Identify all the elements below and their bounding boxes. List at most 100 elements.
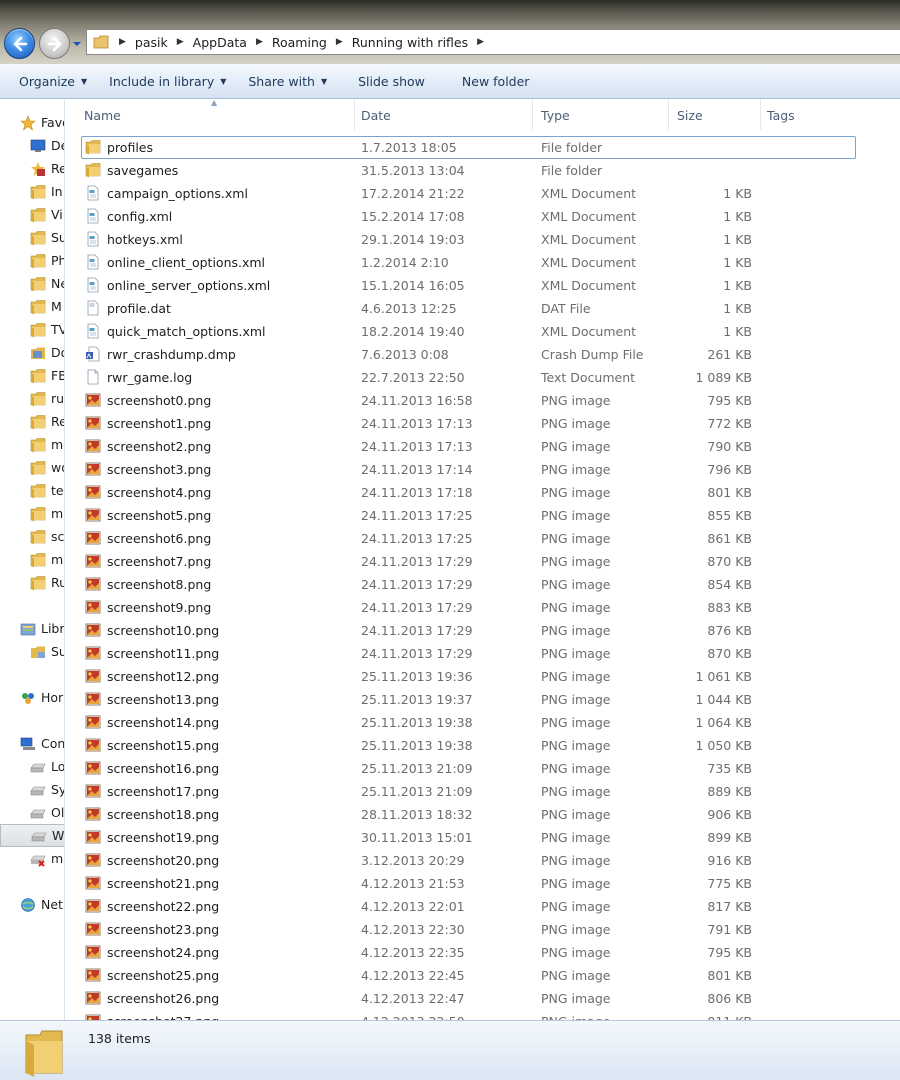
file-row[interactable]: campaign_options.xml 17.2.2014 21:22 XML D… [66,182,900,205]
file-name: screenshot5.png [107,508,212,523]
file-row[interactable]: quick_match_options.xml 18.2.2014 19:40 XM… [66,320,900,343]
file-row[interactable]: screenshot10.png 24.11.2013 17:29 PNG imag… [66,619,900,642]
file-row[interactable]: screenshot15.png 25.11.2013 19:38 PNG imag… [66,734,900,757]
nav-item[interactable]: Sy [0,778,64,801]
slide-show-button[interactable]: Slide show [338,74,436,89]
file-row[interactable]: screenshot25.png 4.12.2013 22:45 PNG image… [66,964,900,987]
nav-item[interactable]: te [0,479,64,502]
file-row[interactable]: rwr_crashdump.dmp 7.6.2013 0:08 Crash Dump… [66,343,900,366]
file-row[interactable]: screenshot0.png 24.11.2013 16:58 PNG image… [66,389,900,412]
file-row[interactable]: screenshot2.png 24.11.2013 17:13 PNG image… [66,435,900,458]
nav-item[interactable]: Favo [0,111,64,134]
breadcrumb-separator-icon[interactable]: ▶ [336,37,343,47]
file-row[interactable]: screenshot3.png 24.11.2013 17:14 PNG image… [66,458,900,481]
file-row[interactable]: screenshot19.png 30.11.2013 15:01 PNG imag… [66,826,900,849]
file-row[interactable]: online_client_options.xml 1.2.2014 2:10 XM… [66,251,900,274]
file-row[interactable]: screenshot26.png 4.12.2013 22:47 PNG image… [66,987,900,1010]
nav-item[interactable]: Ol [0,801,64,824]
file-row[interactable]: screenshot12.png 25.11.2013 19:36 PNG imag… [66,665,900,688]
nav-item[interactable]: Lo [0,755,64,778]
nav-item[interactable]: sc [0,525,65,548]
file-row[interactable]: screenshot7.png 24.11.2013 17:29 PNG image… [66,550,900,573]
file-row[interactable]: screenshot14.png 25.11.2013 19:38 PNG imag… [66,711,900,734]
nav-item-label: sc [51,529,65,544]
file-size: 1 KB [723,232,752,247]
nav-item[interactable]: Vi [0,203,64,226]
forward-button[interactable] [39,28,70,59]
file-row[interactable]: screenshot6.png 24.11.2013 17:25 PNG image… [66,527,900,550]
breadcrumb-item-running-with-rifles[interactable]: Running with rifles [352,35,468,50]
file-type: PNG image [541,807,611,822]
file-row[interactable]: screenshot21.png 4.12.2013 21:53 PNG image… [66,872,900,895]
breadcrumb-item-appdata[interactable]: AppData [193,35,247,50]
include-in-library-button[interactable]: Include in library ▼ [98,74,237,89]
nav-item[interactable]: Ne [0,272,64,295]
column-header-size[interactable]: Size [669,100,761,130]
folder-icon [30,299,46,314]
file-row[interactable]: screenshot1.png 24.11.2013 17:13 PNG image… [66,412,900,435]
column-header-tags[interactable]: Tags [759,100,859,130]
nav-item[interactable]: De [0,134,64,157]
nav-item[interactable]: Re [0,157,64,180]
nav-item[interactable]: Con [0,732,64,755]
file-row[interactable]: screenshot16.png 25.11.2013 21:09 PNG imag… [66,757,900,780]
breadcrumb-separator-icon[interactable]: ▶ [256,37,263,47]
nav-item[interactable]: Hor [0,686,64,709]
file-row[interactable]: hotkeys.xml 29.1.2014 19:03 XML Document 1 … [66,228,900,251]
nav-item[interactable]: In [0,180,64,203]
breadcrumb-separator-icon[interactable]: ▶ [477,37,484,47]
file-row[interactable]: screenshot18.png 28.11.2013 18:32 PNG imag… [66,803,900,826]
file-row[interactable]: screenshot4.png 24.11.2013 17:18 PNG image… [66,481,900,504]
nav-item[interactable]: M [0,295,64,318]
column-header-date[interactable]: Date [353,100,533,130]
nav-item[interactable]: wo [0,456,64,479]
nav-item[interactable]: Ru [0,571,64,594]
share-with-button[interactable]: Share with ▼ [237,74,338,89]
organize-button[interactable]: Organize ▼ [8,74,98,89]
nav-item[interactable]: Net [0,893,64,916]
nav-item[interactable]: m [0,433,64,456]
file-row[interactable]: screenshot20.png 3.12.2013 20:29 PNG image… [66,849,900,872]
nav-item[interactable]: Su [0,640,64,663]
nav-item[interactable]: m [0,548,64,571]
breadcrumb-separator-icon[interactable]: ▶ [177,37,184,47]
file-size: 735 KB [707,761,752,776]
file-row[interactable]: screenshot27.png 4.12.2013 22:50 PNG image… [66,1010,900,1020]
file-row[interactable]: config.xml 15.2.2014 17:08 XML Document 1 K… [66,205,900,228]
file-row[interactable]: screenshot8.png 24.11.2013 17:29 PNG image… [66,573,900,596]
file-row[interactable]: screenshot11.png 24.11.2013 17:29 PNG imag… [66,642,900,665]
file-row[interactable]: profiles 1.7.2013 18:05 File folder [66,136,900,159]
nav-item[interactable]: W [0,824,64,847]
nav-item[interactable]: m [0,502,64,525]
file-row[interactable]: screenshot22.png 4.12.2013 22:01 PNG image… [66,895,900,918]
address-bar[interactable]: ▶ pasik ▶ AppData ▶ Roaming ▶ Running wi… [86,29,900,55]
file-date: 15.1.2014 16:05 [361,278,465,293]
nav-item[interactable]: FB [0,364,64,387]
new-folder-button[interactable]: New folder [436,74,541,89]
file-row[interactable]: screenshot5.png 24.11.2013 17:25 PNG image… [66,504,900,527]
column-header-type[interactable]: Type [533,100,669,130]
file-row[interactable]: screenshot17.png 25.11.2013 21:09 PNG imag… [66,780,900,803]
file-row[interactable]: savegames 31.5.2013 13:04 File folder [66,159,900,182]
back-button[interactable] [4,28,35,59]
nav-item[interactable]: Su [0,226,64,249]
recent-pages-dropdown-icon[interactable] [72,39,82,49]
file-row[interactable]: screenshot13.png 25.11.2013 19:37 PNG imag… [66,688,900,711]
nav-item[interactable]: Re [0,410,64,433]
file-row[interactable]: profile.dat 4.6.2013 12:25 DAT File 1 KB [66,297,900,320]
nav-item[interactable]: Do [0,341,64,364]
nav-item[interactable]: Libr [0,617,64,640]
column-header-name[interactable]: Name [76,100,355,130]
file-row[interactable]: screenshot23.png 4.12.2013 22:30 PNG image… [66,918,900,941]
nav-item[interactable]: Ph [0,249,64,272]
nav-item[interactable]: m [0,847,64,870]
file-row[interactable]: rwr_game.log 22.7.2013 22:50 Text Document… [66,366,900,389]
breadcrumb-item-pasik[interactable]: pasik [135,35,168,50]
breadcrumb-separator-icon[interactable]: ▶ [119,37,126,47]
file-row[interactable]: screenshot9.png 24.11.2013 17:29 PNG image… [66,596,900,619]
file-row[interactable]: screenshot24.png 4.12.2013 22:35 PNG image… [66,941,900,964]
file-row[interactable]: online_server_options.xml 15.1.2014 16:05… [66,274,900,297]
nav-item[interactable]: ru [0,387,64,410]
nav-item[interactable]: TV [0,318,64,341]
breadcrumb-item-roaming[interactable]: Roaming [272,35,327,50]
